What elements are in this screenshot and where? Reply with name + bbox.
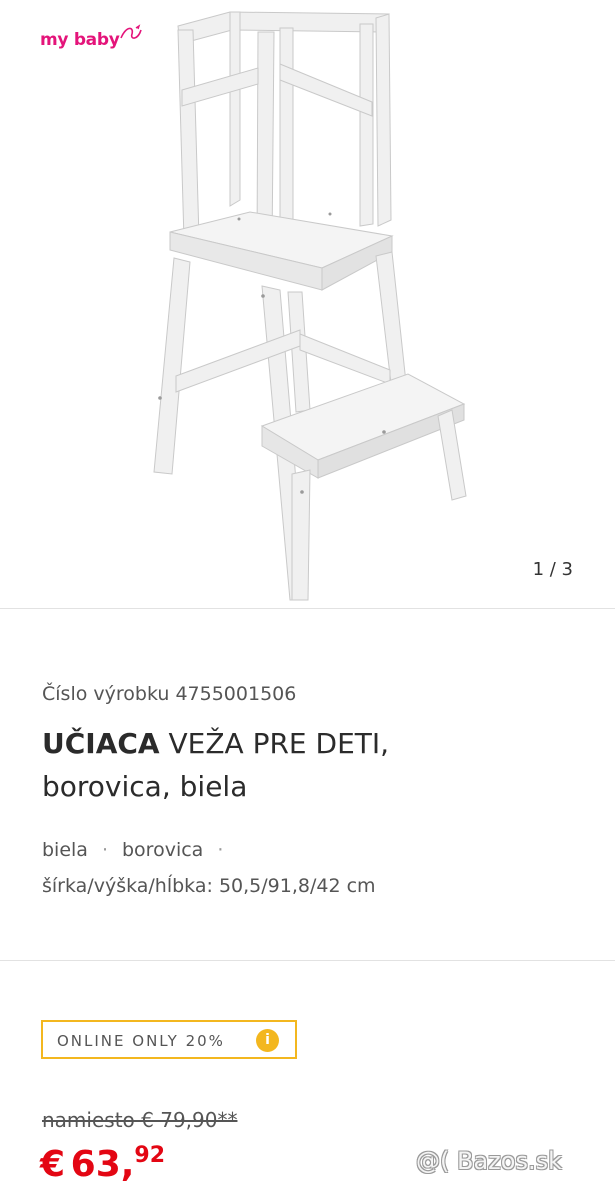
price-currency: €	[40, 1144, 66, 1185]
product-info: Číslo výrobku 4755001506 UČIACA VEŽA PRE…	[0, 609, 615, 961]
info-icon[interactable]: i	[256, 1029, 279, 1052]
product-title-bold: UČIACA	[42, 727, 160, 760]
attribute-color: biela	[42, 839, 88, 861]
attribute-list: biela · borovica ·	[42, 839, 237, 861]
separator-dot: ·	[217, 839, 224, 861]
product-gallery[interactable]: my baby 1 / 3	[0, 0, 615, 609]
image-counter: 1 / 3	[532, 559, 573, 580]
watermark: @( Bazos.sk	[416, 1147, 562, 1175]
product-number: Číslo výrobku 4755001506	[42, 683, 297, 705]
product-title-rest: VEŽA PRE DETI,	[159, 727, 390, 760]
product-title-line2: borovica, biela	[42, 770, 248, 803]
attribute-material: borovica	[122, 839, 204, 861]
price-decimals: 92	[134, 1143, 166, 1168]
product-dimensions: šírka/výška/hĺbka: 50,5/91,8/42 cm	[42, 875, 376, 897]
separator-dot: ·	[101, 839, 108, 861]
current-price: € 63,92	[40, 1143, 165, 1185]
online-only-badge: ONLINE ONLY 20% i	[41, 1020, 297, 1059]
badge-label: ONLINE ONLY 20%	[57, 1032, 225, 1050]
product-image[interactable]	[140, 5, 475, 605]
product-title: UČIACA VEŽA PRE DETI, borovica, biela	[42, 722, 582, 808]
old-price: namiesto € 79,90**	[42, 1108, 238, 1132]
brand-logo: my baby	[40, 30, 120, 50]
price-integer: 63,	[70, 1144, 135, 1185]
